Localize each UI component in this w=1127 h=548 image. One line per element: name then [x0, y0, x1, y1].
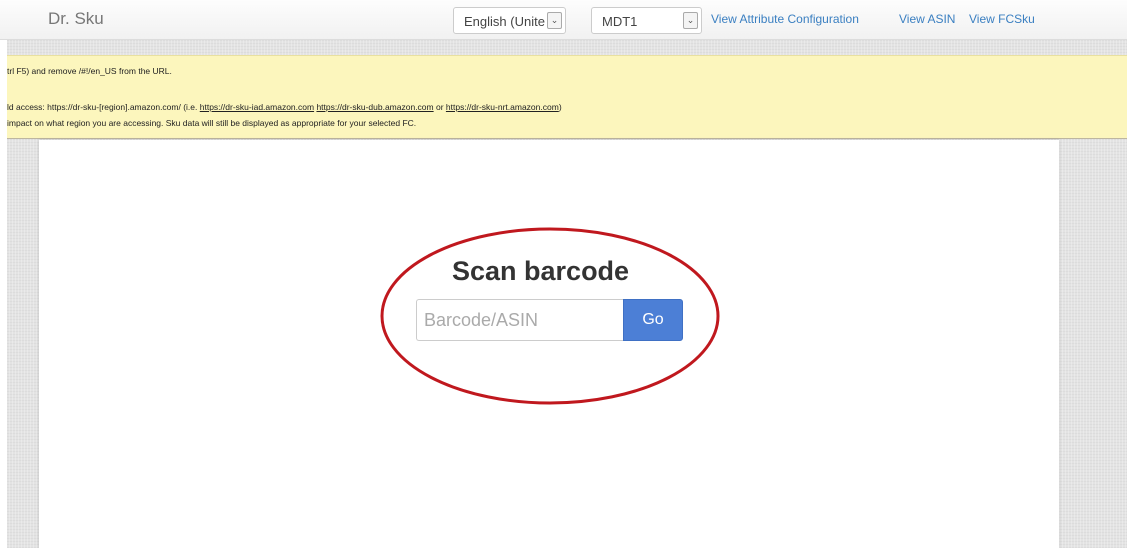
chevron-down-icon: ⌄ [547, 12, 562, 29]
notice-line-1: trl F5) and remove /#!/en_US from the UR… [7, 66, 172, 76]
nav-link-view-asin[interactable]: View ASIN [899, 12, 955, 26]
notice-line-3: impact on what region you are accessing.… [7, 118, 417, 128]
nav-link-view-fcsku[interactable]: View FCSku [969, 12, 1035, 26]
notice-text: or [433, 102, 446, 112]
link-dr-sku-iad[interactable]: https://dr-sku-iad.amazon.com [200, 102, 314, 112]
red-annotation-ellipse [380, 227, 720, 405]
notice-text: ld access: https://dr-sku-[region].amazo… [7, 102, 200, 112]
fc-select-value: MDT1 [602, 14, 638, 29]
fc-select[interactable]: MDT1 ⌄ [591, 7, 702, 34]
brand-title[interactable]: Dr. Sku [48, 9, 104, 29]
language-select-value: English (Unite [464, 14, 545, 29]
notice-line-2: ld access: https://dr-sku-[region].amazo… [7, 102, 562, 112]
left-edge [0, 40, 7, 548]
link-dr-sku-dub[interactable]: https://dr-sku-dub.amazon.com [316, 102, 433, 112]
nav-link-view-attribute-configuration[interactable]: View Attribute Configuration [711, 12, 859, 26]
chevron-down-icon: ⌄ [683, 12, 698, 29]
notice-text: ) [558, 102, 562, 112]
language-select[interactable]: English (Unite ⌄ [453, 7, 566, 34]
region-notice-banner: trl F5) and remove /#!/en_US from the UR… [7, 55, 1127, 139]
link-dr-sku-nrt[interactable]: https://dr-sku-nrt.amazon.com [446, 102, 559, 112]
top-navbar: Dr. Sku English (Unite ⌄ MDT1 ⌄ View Att… [0, 0, 1127, 40]
